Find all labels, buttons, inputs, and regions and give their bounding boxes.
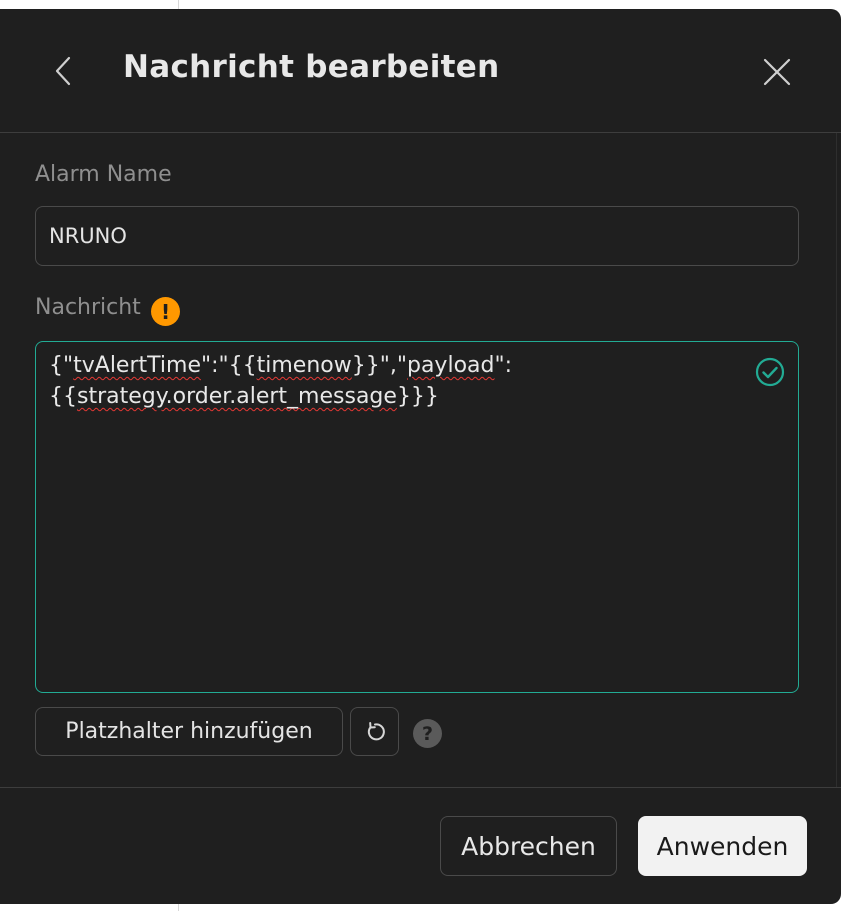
message-label: Nachricht: [35, 295, 141, 320]
alarm-name-input[interactable]: [35, 206, 799, 266]
reset-icon: [367, 721, 385, 740]
add-placeholder-label: Platzhalter hinzufügen: [65, 719, 313, 744]
spell-error: payload: [406, 353, 495, 378]
chevron-left-icon: [55, 56, 71, 86]
check-circle-icon: [755, 357, 785, 387]
edit-message-dialog: Nachricht bearbeiten Alarm Name Nachrich…: [0, 9, 841, 904]
cancel-label: Abbrechen: [461, 831, 596, 861]
help-icon[interactable]: ?: [413, 719, 442, 748]
spell-error: timenow: [256, 353, 352, 378]
close-icon: [763, 58, 791, 86]
scrollbar-track: [836, 133, 837, 787]
add-placeholder-button[interactable]: Platzhalter hinzufügen: [35, 707, 343, 756]
apply-label: Anwenden: [656, 831, 789, 861]
reset-button[interactable]: [350, 707, 399, 756]
warning-icon: !: [151, 297, 180, 326]
spell-error: tvAlertTime: [73, 353, 201, 378]
footer-divider: [0, 787, 841, 788]
dialog-title: Nachricht bearbeiten: [123, 49, 500, 85]
dialog-header: Nachricht bearbeiten: [0, 9, 841, 133]
spell-error: strategy.order.alert_message: [77, 384, 397, 409]
alarm-name-label: Alarm Name: [35, 162, 172, 187]
apply-button[interactable]: Anwenden: [638, 816, 807, 876]
back-button[interactable]: [44, 47, 84, 95]
message-text[interactable]: {"tvAlertTime":"{{timenow}}","payload": …: [49, 350, 729, 412]
close-button[interactable]: [754, 49, 800, 95]
cancel-button[interactable]: Abbrechen: [440, 816, 617, 876]
message-textarea[interactable]: {"tvAlertTime":"{{timenow}}","payload": …: [35, 341, 799, 693]
